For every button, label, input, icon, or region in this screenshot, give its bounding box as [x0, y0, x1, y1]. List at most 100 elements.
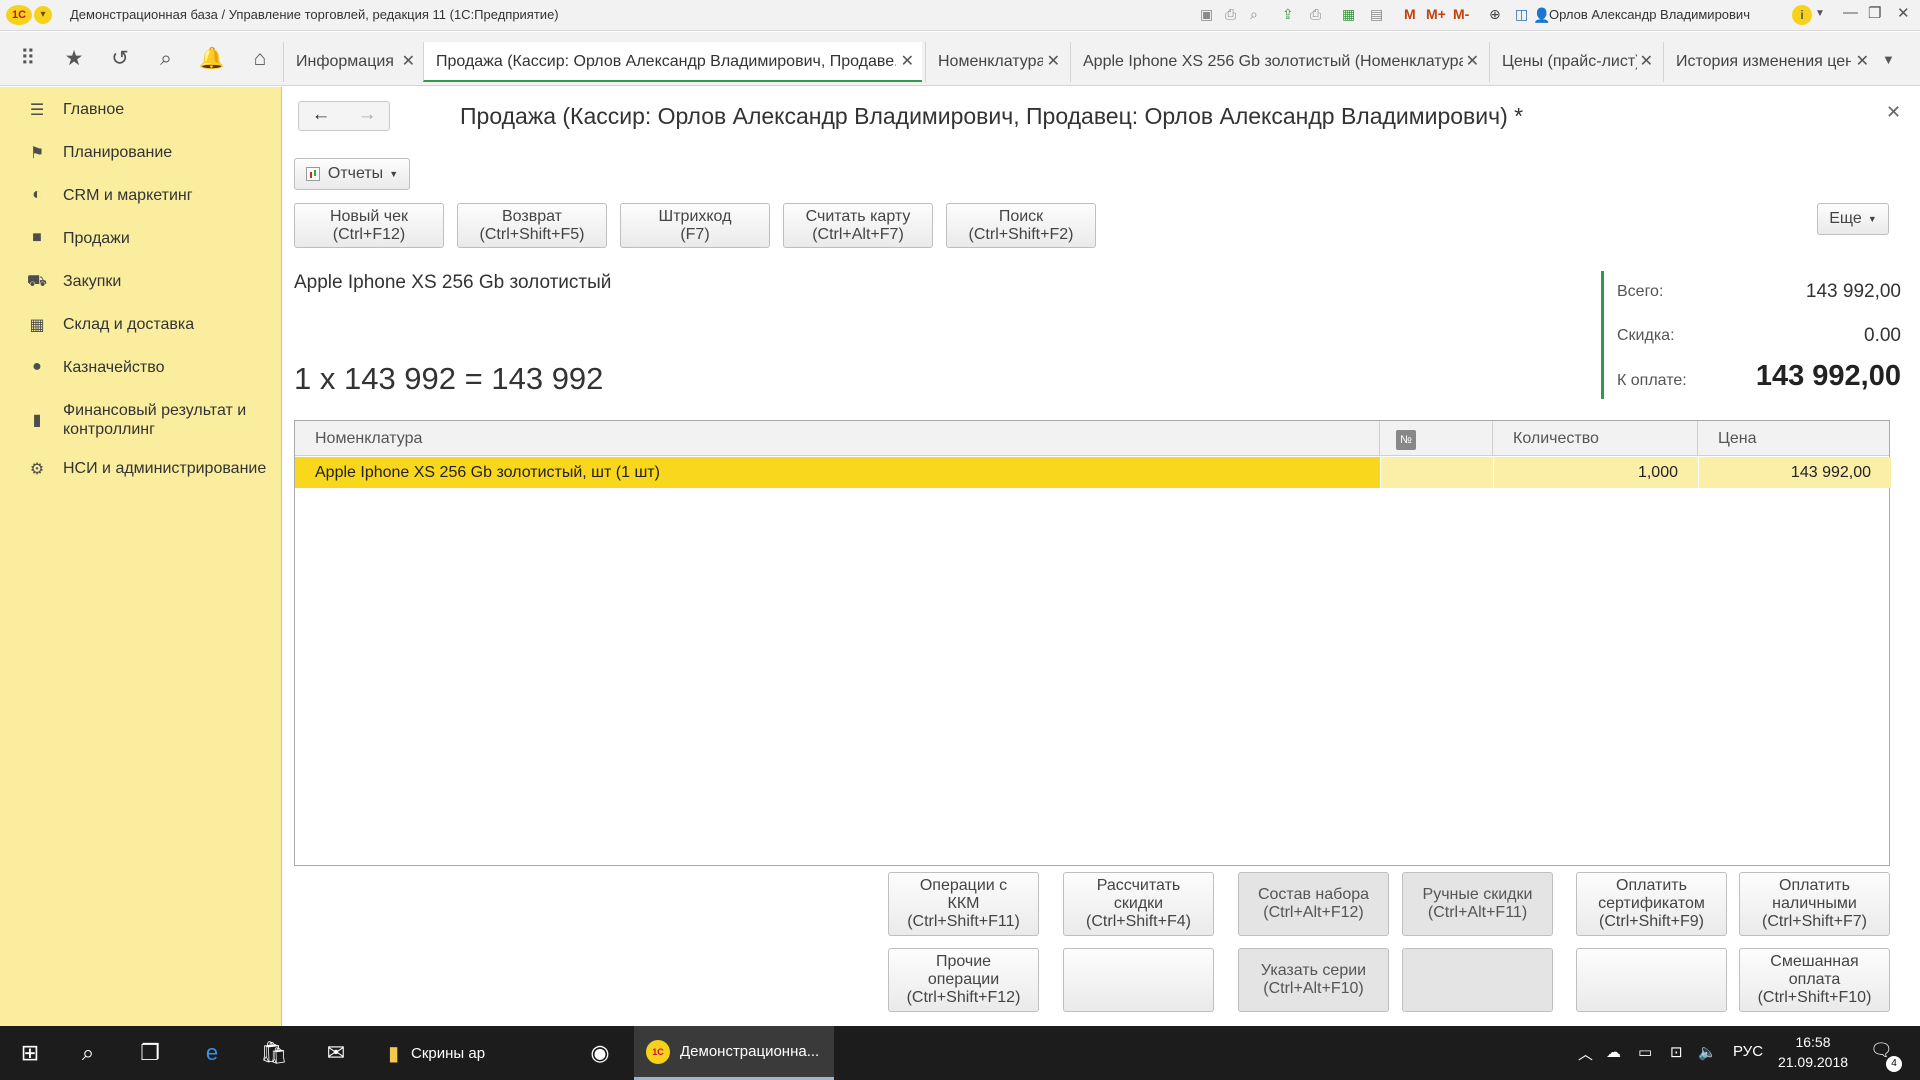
tab-close-icon[interactable]: ✕	[1640, 42, 1653, 82]
menu-lines-icon: ☰	[29, 102, 45, 119]
tab-close-icon[interactable]: ✕	[1856, 42, 1869, 82]
app-menu-button[interactable]: ▾	[34, 6, 52, 24]
onedrive-cloud-icon[interactable]: ☁	[1606, 1043, 1621, 1061]
navigation-bar: ⠿ ★ ↺ ⌕ 🔔 ⌂ Информация ✕ Продажа (Кассир…	[0, 32, 1920, 86]
tab-close-icon[interactable]: ✕	[402, 42, 415, 82]
memory-button-mminus[interactable]: M-	[1453, 6, 1469, 22]
column-header-num[interactable]: №	[1380, 421, 1493, 456]
tab-close-icon[interactable]: ✕	[1047, 42, 1060, 82]
other-operations-button[interactable]: Прочие операции (Ctrl+Shift+F12)	[888, 948, 1039, 1012]
cell-price[interactable]: 143 992,00	[1698, 457, 1891, 488]
sidebar-item-label: Планирование	[63, 144, 173, 161]
chevron-down-icon: ▼	[1867, 214, 1877, 224]
cell-num[interactable]	[1380, 457, 1493, 488]
apps-grid-icon[interactable]: ⠿	[14, 46, 42, 72]
barcode-button[interactable]: Штрихкод (F7)	[620, 203, 770, 248]
close-window-icon[interactable]: ✕	[1897, 4, 1910, 22]
system-clock[interactable]: 16:58 21.09.2018	[1776, 1032, 1850, 1072]
taskbar-app-folder[interactable]: ▮ Скрины ар	[380, 1026, 560, 1080]
kit-content-button[interactable]: Состав набора (Ctrl+Alt+F12)	[1238, 872, 1389, 936]
sidebar-item-label: Казначейство	[63, 359, 165, 376]
search-icon[interactable]: ⌕	[152, 46, 180, 72]
edge-icon[interactable]: e	[196, 1037, 228, 1069]
tab-sale[interactable]: Продажа (Кассир: Орлов Александр Владими…	[423, 42, 922, 82]
folder-icon: ▮	[388, 1042, 400, 1065]
table-row[interactable]: Apple Iphone XS 256 Gb золотистый, шт (1…	[295, 457, 1891, 488]
panels-icon[interactable]: ◫	[1515, 6, 1528, 23]
task-view-icon[interactable]: ❐	[134, 1037, 166, 1069]
empty-button-2[interactable]	[1402, 948, 1553, 1012]
empty-button-1[interactable]	[1063, 948, 1214, 1012]
more-button[interactable]: Еще ▼	[1817, 203, 1889, 235]
new-receipt-button[interactable]: Новый чек (Ctrl+F12)	[294, 203, 444, 248]
tab-price-list[interactable]: Цены (прайс-лист) ✕	[1489, 42, 1661, 82]
return-button[interactable]: Возврат (Ctrl+Shift+F5)	[457, 203, 607, 248]
column-header-qty[interactable]: Количество	[1493, 421, 1698, 456]
tray-chevron-up-icon[interactable]: ︿	[1578, 1043, 1593, 1064]
tab-nomenclature[interactable]: Номенклатура ✕	[925, 42, 1068, 82]
set-series-button[interactable]: Указать серии (Ctrl+Alt+F10)	[1238, 948, 1389, 1012]
read-card-button[interactable]: Считать карту (Ctrl+Alt+F7)	[783, 203, 933, 248]
tab-close-icon[interactable]: ✕	[901, 42, 914, 80]
current-user[interactable]: Орлов Александр Владимирович	[1549, 7, 1750, 22]
calendar-icon[interactable]: ▤	[1370, 6, 1383, 23]
search-icon[interactable]: ⌕	[72, 1037, 104, 1069]
minimize-icon[interactable]: —	[1843, 4, 1858, 21]
forward-arrow-icon[interactable]: →	[345, 104, 389, 126]
taskbar-app-1c[interactable]: 1С Демонстрационна...	[634, 1026, 834, 1080]
manual-discounts-button[interactable]: Ручные скидки (Ctrl+Alt+F11)	[1402, 872, 1553, 936]
chrome-icon[interactable]: ◉	[584, 1037, 616, 1069]
window-title: Демонстрационная база / Управление торго…	[70, 7, 559, 22]
pay-cash-button[interactable]: Оплатить наличными (Ctrl+Shift+F7)	[1739, 872, 1890, 936]
mixed-payment-button[interactable]: Смешанная оплата (Ctrl+Shift+F10)	[1739, 948, 1890, 1012]
tab-info[interactable]: Информация ✕	[283, 42, 423, 82]
zoom-icon[interactable]: ⊕	[1489, 6, 1501, 23]
save-icon[interactable]: ▣	[1200, 6, 1213, 23]
battery-icon[interactable]: ▭	[1638, 1043, 1652, 1061]
cell-qty[interactable]: 1,000	[1493, 457, 1698, 488]
discount-value: 0.00	[1864, 325, 1901, 346]
calculator-icon[interactable]: ▦	[1342, 6, 1355, 23]
history-icon[interactable]: ↺	[106, 46, 134, 72]
windows-start-icon[interactable]: ⊞	[14, 1037, 46, 1069]
tab-price-history[interactable]: История изменения цен ✕	[1663, 42, 1877, 82]
onec-app-icon: 1С	[646, 1039, 670, 1064]
tab-product-card[interactable]: Apple Iphone XS 256 Gb золотистый (Номен…	[1070, 42, 1487, 82]
calculate-discounts-button[interactable]: Рассчитать скидки (Ctrl+Shift+F4)	[1063, 872, 1214, 936]
upload-icon[interactable]: ⇪	[1282, 6, 1294, 23]
empty-button-3[interactable]	[1576, 948, 1727, 1012]
items-table[interactable]: Номенклатура № Количество Цена Apple Iph…	[294, 420, 1891, 866]
kkm-operations-button[interactable]: Операции с ККМ (Ctrl+Shift+F11)	[888, 872, 1039, 936]
mail-icon[interactable]: ✉	[320, 1037, 352, 1069]
report-chart-icon	[305, 167, 320, 181]
restore-icon[interactable]: ❐	[1868, 4, 1881, 22]
home-icon[interactable]: ⌂	[246, 46, 274, 72]
volume-icon[interactable]: 🔈	[1698, 1043, 1717, 1061]
search-button[interactable]: Поиск (Ctrl+Shift+F2)	[946, 203, 1096, 248]
column-header-price[interactable]: Цена	[1698, 421, 1891, 456]
tab-close-icon[interactable]: ✕	[1466, 42, 1479, 82]
reports-button[interactable]: Отчеты ▼	[294, 158, 410, 190]
preview-icon[interactable]: ⌕	[1250, 6, 1258, 23]
btn-shortcut: (Ctrl+Alt+F7)	[812, 225, 904, 243]
chevron-down-icon[interactable]: ▼	[1815, 8, 1825, 19]
close-form-icon[interactable]: ✕	[1886, 102, 1901, 123]
app-logo: 1С	[6, 5, 32, 25]
column-header-item[interactable]: Номенклатура	[295, 421, 1380, 456]
memory-button-m[interactable]: M	[1404, 6, 1416, 22]
language-indicator[interactable]: РУС	[1733, 1043, 1763, 1060]
tab-label: Цены (прайс-лист)	[1502, 53, 1637, 70]
print-alt-icon[interactable]: ⎙	[1310, 6, 1321, 23]
network-icon[interactable]: ⊡	[1670, 1043, 1683, 1061]
store-icon[interactable]: 🛍	[258, 1037, 290, 1069]
pay-certificate-button[interactable]: Оплатить сертификатом (Ctrl+Shift+F9)	[1576, 872, 1727, 936]
favorites-star-icon[interactable]: ★	[60, 46, 88, 72]
btn-shortcut: (F7)	[680, 225, 710, 243]
bell-icon[interactable]: 🔔	[198, 46, 226, 72]
print-icon[interactable]: ⎙	[1225, 6, 1236, 23]
memory-button-mplus[interactable]: M+	[1426, 6, 1446, 22]
cell-item[interactable]: Apple Iphone XS 256 Gb золотистый, шт (1…	[295, 457, 1380, 488]
back-arrow-icon[interactable]: ←	[299, 104, 343, 126]
tabs-more-chevron-icon[interactable]: ▼	[1882, 52, 1895, 67]
info-icon[interactable]: i	[1792, 5, 1812, 25]
